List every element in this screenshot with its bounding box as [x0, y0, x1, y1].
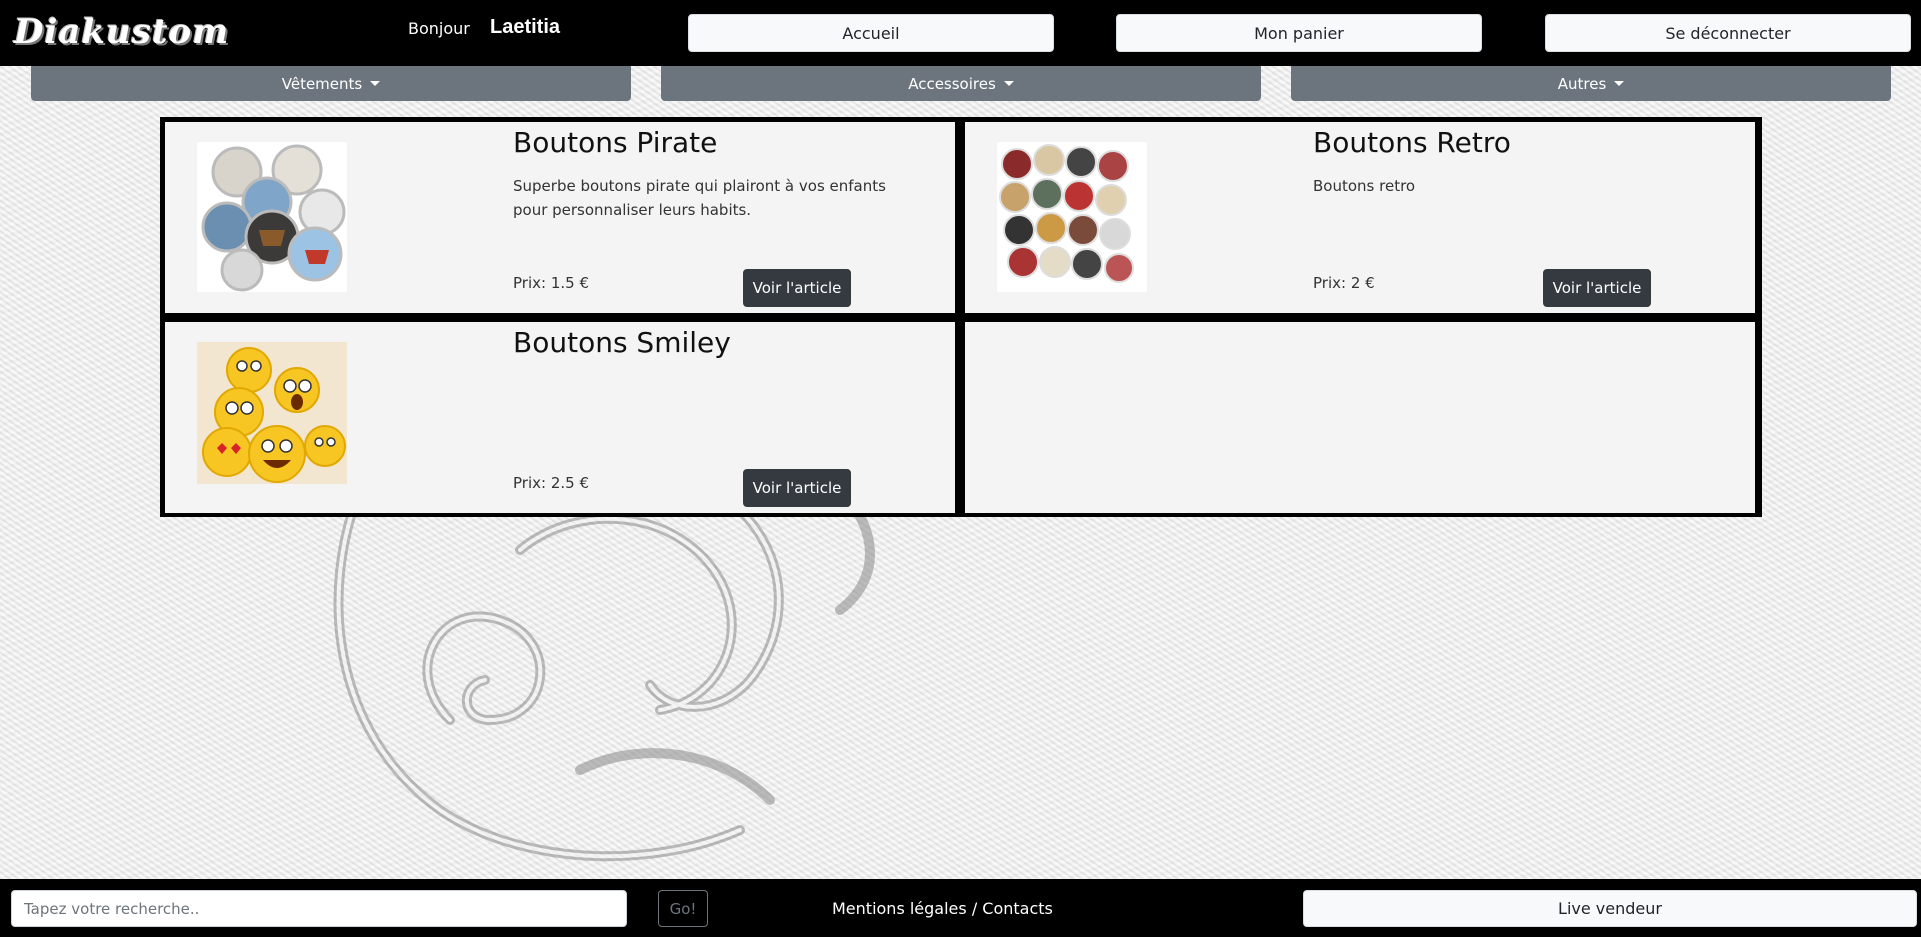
- view-article-button[interactable]: Voir l'article: [743, 469, 851, 507]
- view-article-button[interactable]: Voir l'article: [743, 269, 851, 307]
- category-dropdown-accessoires[interactable]: Accessoires: [661, 66, 1261, 101]
- live-seller-button[interactable]: Live vendeur: [1303, 890, 1917, 927]
- background-ornament: [333, 485, 875, 862]
- product-grid: Boutons Pirate Superbe boutons pirate qu…: [160, 117, 1762, 517]
- category-label: Accessoires: [908, 74, 996, 93]
- product-price: Prix: 1.5 €: [513, 274, 589, 292]
- category-dropdown-vetements[interactable]: Vêtements: [31, 66, 631, 101]
- product-description: Boutons retro: [1313, 177, 1416, 195]
- product-title: Boutons Retro: [1313, 126, 1511, 159]
- search-go-button[interactable]: Go!: [658, 890, 708, 927]
- empty-product-slot: [965, 322, 1755, 513]
- home-button[interactable]: Accueil: [688, 14, 1054, 52]
- view-article-button[interactable]: Voir l'article: [1543, 269, 1651, 307]
- product-price: Prix: 2 €: [1313, 274, 1375, 292]
- site-logo[interactable]: Diakustom: [14, 8, 228, 56]
- product-price: Prix: 2.5 €: [513, 474, 589, 492]
- top-navbar: Diakustom Bonjour Laetitia Accueil Mon p…: [0, 0, 1921, 66]
- category-label: Vêtements: [281, 74, 363, 93]
- smiley-buttons-image[interactable]: [197, 342, 347, 484]
- username-text: Laetitia: [490, 16, 561, 38]
- pirate-buttons-image[interactable]: [197, 142, 347, 292]
- logout-button[interactable]: Se déconnecter: [1545, 14, 1911, 52]
- retro-buttons-image[interactable]: [997, 142, 1147, 292]
- product-card: Boutons Smiley Prix: 2.5 € Voir l'articl…: [165, 322, 955, 513]
- product-description: Superbe boutons pirate qui plairont à vo…: [513, 177, 886, 219]
- caret-down-icon: [1003, 81, 1014, 86]
- cart-button[interactable]: Mon panier: [1116, 14, 1482, 52]
- product-card: Boutons Retro Boutons retro Prix: 2 € Vo…: [965, 122, 1755, 313]
- caret-down-icon: [1614, 81, 1625, 86]
- category-dropdown-autres[interactable]: Autres: [1291, 66, 1891, 101]
- product-card: Boutons Pirate Superbe boutons pirate qu…: [165, 122, 955, 313]
- product-title: Boutons Pirate: [513, 126, 718, 159]
- product-title: Boutons Smiley: [513, 326, 731, 359]
- greeting-text: Bonjour: [408, 19, 470, 38]
- legal-contacts-link[interactable]: Mentions légales / Contacts: [832, 899, 1053, 918]
- caret-down-icon: [370, 81, 381, 86]
- search-input[interactable]: [11, 890, 627, 927]
- category-label: Autres: [1557, 74, 1607, 93]
- footer-bar: Go! Mentions légales / Contacts Live ven…: [0, 879, 1921, 937]
